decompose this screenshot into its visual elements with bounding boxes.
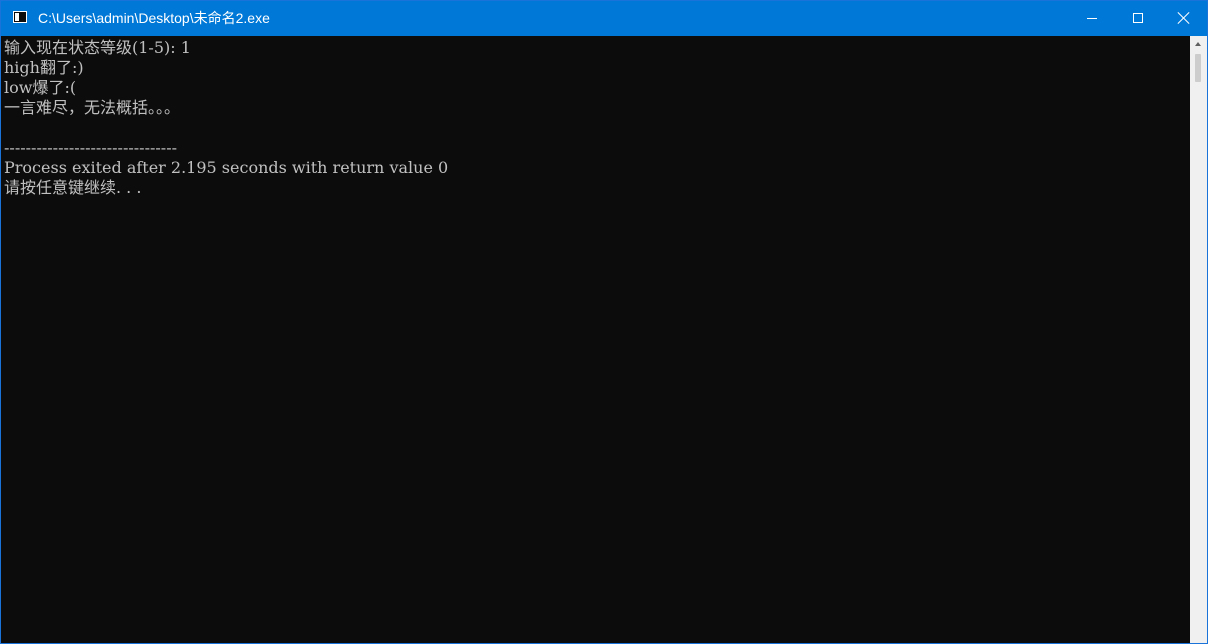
scroll-up-icon[interactable] (1190, 36, 1207, 53)
console-line: low爆了:( (4, 78, 77, 97)
maximize-button[interactable] (1115, 1, 1161, 36)
console-line: 一言难尽，无法概括。。。 (4, 98, 181, 117)
console-line: high翻了:) (4, 58, 84, 77)
vertical-scrollbar[interactable] (1190, 36, 1207, 643)
title-bar[interactable]: C:\Users\admin\Desktop\未命名2.exe (1, 1, 1207, 36)
maximize-icon (1133, 13, 1143, 23)
close-icon (1177, 11, 1191, 25)
console-window[interactable]: C:\Users\admin\Desktop\未命名2.exe 输入现在状态等级… (0, 0, 1208, 644)
window-title: C:\Users\admin\Desktop\未命名2.exe (38, 10, 270, 26)
minimize-button[interactable] (1069, 1, 1115, 36)
scrollbar-thumb[interactable] (1195, 54, 1201, 82)
console-line: -------------------------------- (4, 138, 177, 157)
console-app-icon (13, 11, 27, 23)
console-line: Process exited after 2.195 seconds with … (4, 158, 449, 177)
console-line: 输入现在状态等级(1-5): 1 (4, 38, 191, 57)
close-button[interactable] (1161, 1, 1207, 36)
minimize-icon (1087, 18, 1097, 19)
console-output[interactable]: 输入现在状态等级(1-5): 1 high翻了:) low爆了:( 一言难尽，无… (1, 36, 1186, 643)
console-line: 请按任意键继续. . . (4, 178, 142, 197)
